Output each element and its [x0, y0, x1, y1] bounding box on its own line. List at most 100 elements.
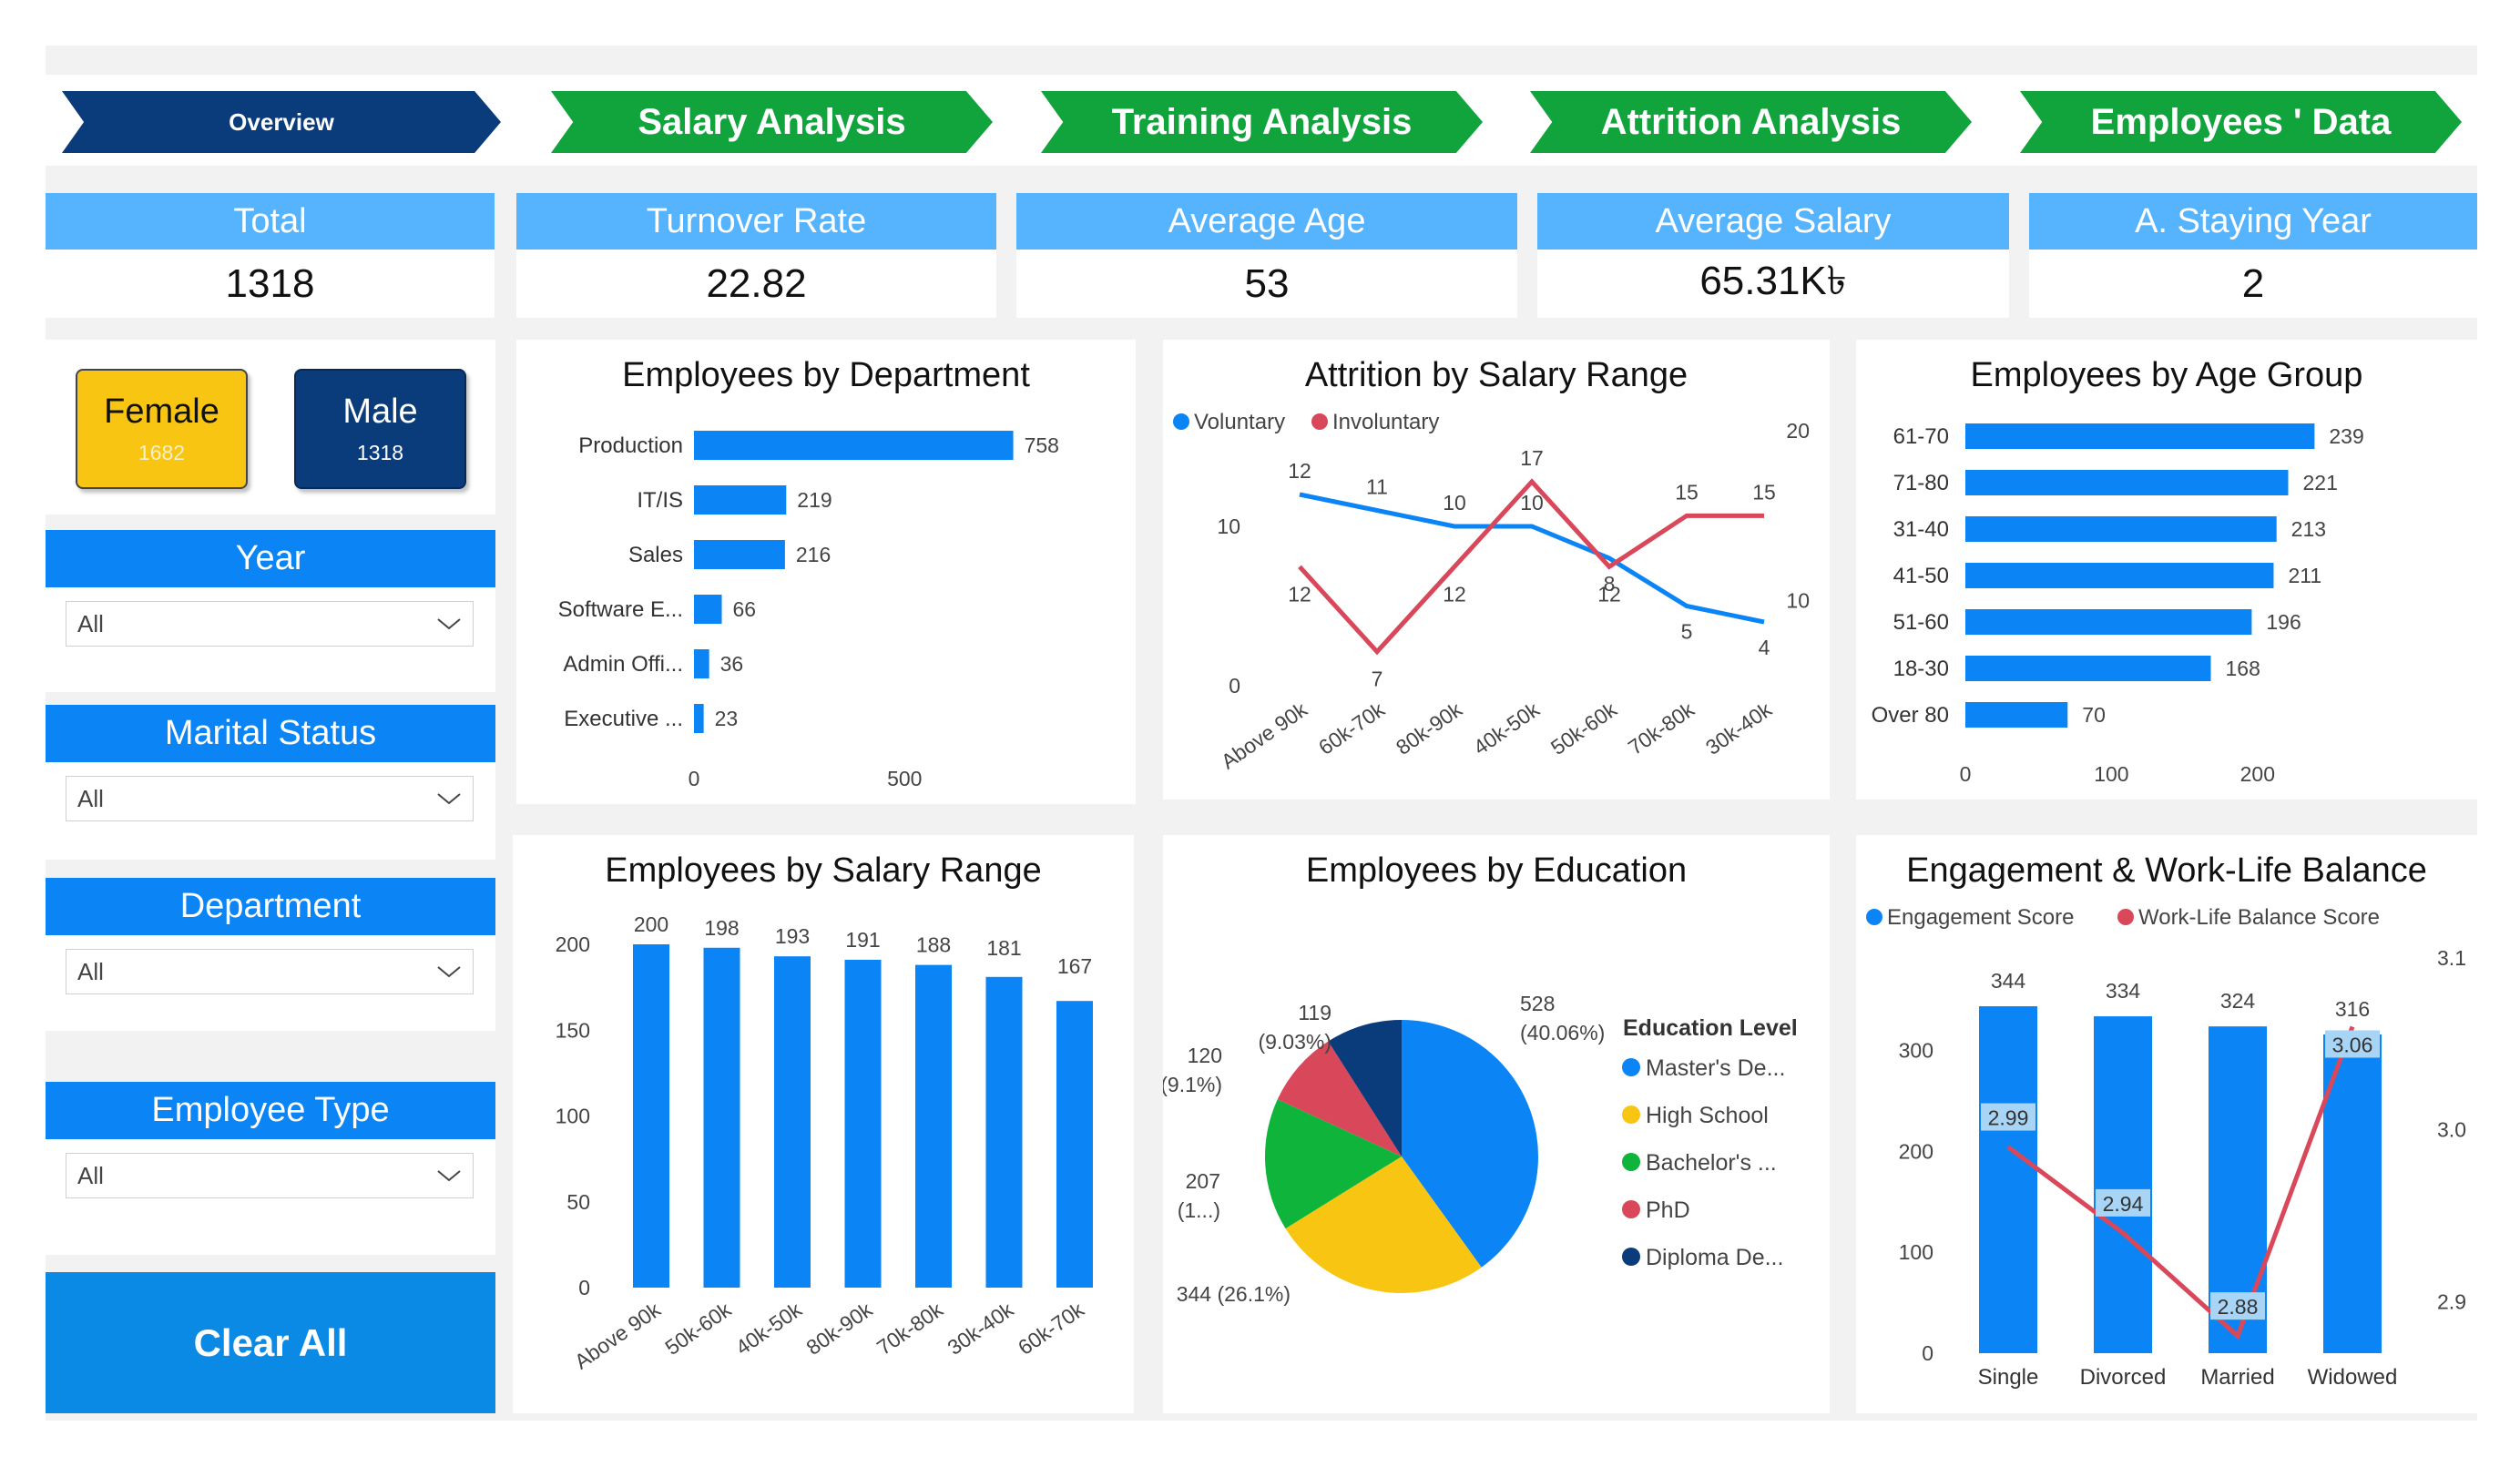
year-slicer-header: Year [46, 530, 495, 587]
education-legend-label: Diploma De... [1646, 1245, 1783, 1270]
department-slicer-header: Department [46, 878, 495, 935]
year-dropdown[interactable]: All [66, 601, 474, 647]
engagement-chart: Engagement Score Work-Life Balance Score 0… [1866, 905, 2466, 1390]
education-legend-label: PhD [1646, 1197, 1690, 1223]
year-dropdown-value: All [77, 609, 104, 637]
eng-x-tick: Married [2200, 1365, 2274, 1390]
female-count: 1682 [138, 441, 186, 464]
emp-type-slicer-header: Employee Type [46, 1082, 495, 1139]
legend-worklife-marker [2117, 909, 2134, 925]
education-data-label-value: 119 [1298, 1001, 1331, 1024]
nav-overview-button[interactable]: Overview [62, 91, 501, 153]
dept-x-tick: 0 [689, 767, 700, 790]
voluntary-data-label: 10 [1443, 491, 1466, 515]
attr-x-tick: 80k-90k [1392, 698, 1466, 760]
salary-range-chart-card: Employees by Salary Range 0 50 100 150 200 20… [513, 835, 1134, 1413]
worklife-data-label: 3.06 [2332, 1033, 2373, 1056]
marital-dropdown[interactable]: All [66, 776, 474, 821]
salary-y-tick: 100 [556, 1105, 590, 1128]
legend-involuntary-marker [1311, 413, 1328, 430]
kpi-turnover-value: 22.82 [706, 260, 807, 306]
age-bar [1965, 423, 2315, 449]
attr-x-tick: 40k-50k [1469, 698, 1544, 760]
dept-bar [694, 704, 704, 733]
male-count: 1318 [356, 441, 404, 464]
chevron-down-icon [437, 966, 461, 978]
marital-slicer-header: Marital Status [46, 705, 495, 762]
dept-category-label: Executive ... [564, 707, 683, 731]
age-category-label: 51-60 [1893, 610, 1949, 635]
age-category-label: Over 80 [1872, 703, 1949, 728]
age-bar [1965, 656, 2211, 681]
salary-bar [774, 956, 811, 1288]
salary-data-label: 200 [634, 912, 668, 936]
dept-category-label: Software E... [558, 597, 683, 622]
age-bar [1965, 470, 2289, 495]
dept-chart-card: Employees by Department Production 758 IT/… [516, 340, 1136, 804]
engagement-data-label: 334 [2106, 979, 2141, 1003]
age-data-label: 213 [2291, 517, 2326, 541]
salary-x-tick: 40k-50k [731, 1298, 806, 1360]
kpi-total-label: Total [46, 193, 495, 250]
age-data-label: 70 [2082, 703, 2106, 727]
nav-training-analysis-button[interactable]: Training Analysis [1041, 91, 1483, 153]
dept-data-label: 216 [796, 543, 831, 566]
education-data-label-pct: (1...) [1178, 1198, 1220, 1222]
salary-x-tick: 50k-60k [660, 1298, 735, 1360]
nav-salary-label: Salary Analysis [638, 101, 906, 142]
education-data-label: 344 (26.1%) [1177, 1282, 1291, 1306]
engagement-chart-card: Engagement & Work-Life Balance Engagemen… [1856, 835, 2477, 1413]
engagement-data-label: 344 [1991, 969, 2026, 993]
education-legend-marker [1622, 1058, 1640, 1076]
salary-data-label: 193 [775, 924, 810, 948]
kpi-turnover-label: Turnover Rate [516, 193, 996, 250]
dept-data-label: 23 [715, 707, 739, 730]
engagement-data-label: 324 [2220, 989, 2256, 1013]
salary-data-label: 188 [916, 933, 951, 957]
age-data-label: 168 [2225, 657, 2260, 680]
department-dropdown[interactable]: All [66, 949, 474, 994]
kpi-age-label: Average Age [1016, 193, 1517, 250]
male-label: Male [342, 392, 418, 431]
worklife-data-label: 2.94 [2103, 1192, 2144, 1216]
age-category-label: 71-80 [1893, 471, 1949, 495]
salary-bar [915, 964, 952, 1288]
kpi-salary-card: Average Salary 65.31K৳ [1537, 193, 2009, 318]
eng-y-right-tick: 3.1 [2437, 946, 2466, 970]
salary-y-tick: 200 [556, 932, 590, 956]
kpi-salary-value: 65.31K৳ [1699, 259, 1847, 303]
education-data-label-pct: (9.1%) [1163, 1073, 1222, 1096]
nav-employees-data-button[interactable]: Employees ' Data [2020, 91, 2462, 153]
dept-category-label: Admin Offi... [563, 652, 683, 677]
education-legend-marker [1622, 1200, 1640, 1218]
worklife-data-label: 2.99 [1988, 1106, 2029, 1130]
emp-type-dropdown[interactable]: All [66, 1153, 474, 1198]
legend-worklife-label: Work-Life Balance Score [2138, 905, 2380, 930]
salary-y-tick: 0 [578, 1276, 590, 1299]
attr-x-tick: 70k-80k [1624, 698, 1699, 760]
male-button[interactable]: Male 1318 [294, 369, 466, 489]
involuntary-data-label: 17 [1520, 446, 1544, 470]
kpi-staying-label: A. Staying Year [2029, 193, 2477, 250]
engagement-bar [1979, 1006, 2037, 1353]
dept-bar [694, 649, 709, 678]
attrition-chart-card: Attrition by Salary Range Voluntary Invol… [1163, 340, 1830, 800]
nav-salary-analysis-button[interactable]: Salary Analysis [551, 91, 993, 153]
education-legend-label: Master's De... [1646, 1055, 1785, 1081]
education-legend-title: Education Level [1623, 1015, 1798, 1041]
clear-all-button[interactable]: Clear All [46, 1272, 495, 1413]
nav-attrition-analysis-button[interactable]: Attrition Analysis [1530, 91, 1972, 153]
age-x-tick: 0 [1960, 762, 1972, 786]
eng-y-right-tick: 2.9 [2437, 1289, 2466, 1313]
female-button[interactable]: Female 1682 [76, 369, 248, 489]
kpi-staying-value: 2 [2241, 260, 2265, 306]
dept-bar [694, 431, 1014, 460]
attr-y-right-tick: 20 [1786, 419, 1810, 443]
attr-x-tick: Above 90k [1217, 698, 1311, 774]
kpi-turnover-card: Turnover Rate 22.82 [516, 193, 996, 318]
eng-y-left-tick: 300 [1899, 1039, 1933, 1063]
age-bar [1965, 563, 2274, 588]
salary-bar [985, 976, 1023, 1288]
legend-voluntary-marker [1173, 413, 1189, 430]
dept-data-label: 758 [1025, 433, 1059, 457]
